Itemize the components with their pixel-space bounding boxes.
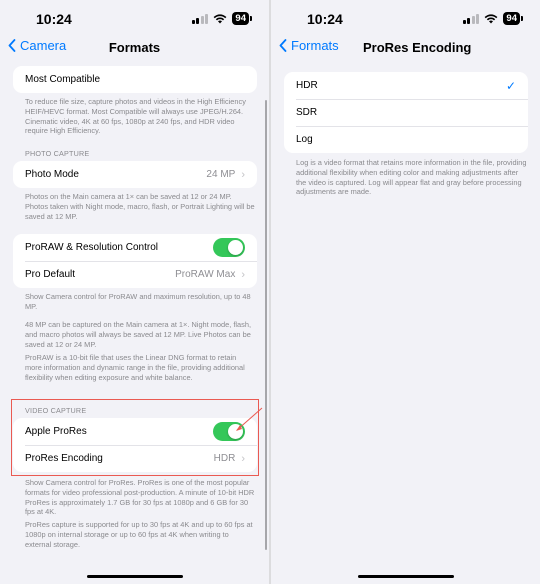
back-button[interactable]: Formats	[279, 38, 339, 53]
option-label: SDR	[296, 107, 318, 118]
prores-encoding-screen: 10:24 94 Formats ProRes Encoding HDR ✓ S…	[271, 0, 540, 584]
encoding-options-group: HDR ✓ SDR Log	[284, 72, 528, 153]
page-title: ProRes Encoding	[363, 40, 472, 55]
wifi-icon	[485, 13, 498, 23]
battery-icon: 94	[503, 12, 523, 25]
encoding-footer: Log is a video format that retains more …	[296, 158, 527, 197]
back-label: Formats	[291, 38, 339, 53]
chevron-left-icon	[279, 39, 287, 52]
checkmark-icon: ✓	[505, 78, 516, 93]
option-sdr[interactable]: SDR	[284, 99, 528, 126]
status-time: 10:24	[307, 11, 343, 27]
option-label: Log	[296, 134, 313, 145]
annotation-arrow	[236, 407, 263, 431]
status-bar: 10:24 94	[271, 0, 540, 36]
nav-bar: Formats ProRes Encoding	[271, 36, 540, 60]
option-hdr[interactable]: HDR ✓	[284, 72, 528, 99]
scrollbar[interactable]	[264, 100, 267, 550]
option-label: HDR	[296, 80, 318, 91]
home-indicator[interactable]	[86, 574, 183, 578]
signal-icon	[462, 13, 480, 24]
option-log[interactable]: Log	[284, 126, 528, 153]
formats-screen: 10:24 94 Camera Formats Most Compatible …	[0, 0, 269, 584]
home-indicator[interactable]	[357, 574, 454, 578]
